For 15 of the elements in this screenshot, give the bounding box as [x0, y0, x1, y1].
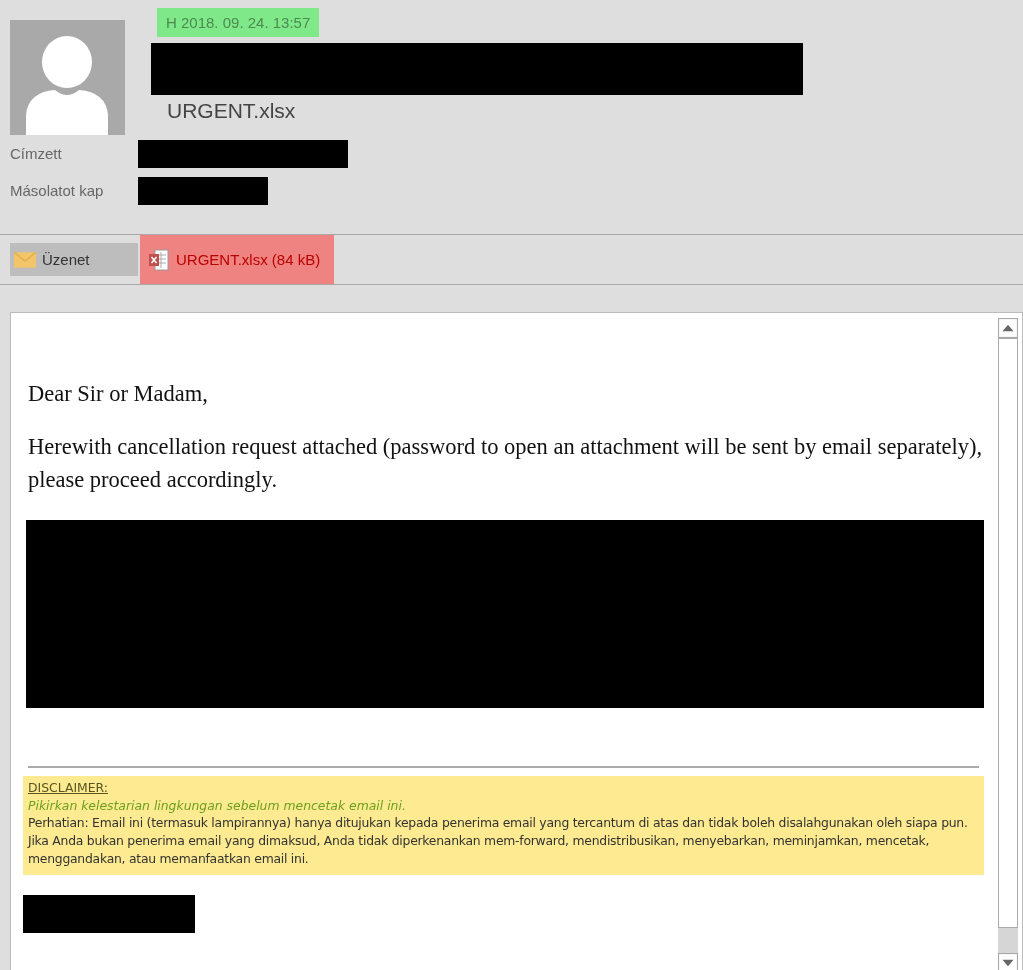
spreadsheet-file-icon	[148, 248, 170, 271]
scroll-down-icon[interactable]	[998, 953, 1018, 970]
message-paragraph: Herewith cancellation request attached (password to open an attachment will be sent by email separately), please proceed accordingly.	[28, 433, 983, 494]
disclaimer-text: Perhatian: Email ini (termasuk lampirannya) hanya ditujukan kepada penerima email yang tercantum di atas dan tidak boleh disalahgunakan oleh siapa pun. Jika Anda bukan penerima email yang dimaksud, Anda tidak diperkenankan mem-forward, mendistribusikan, menyebarkan, meminjamkan, mencetak, menggandakan, atau memanfaatkan email ini.	[28, 814, 969, 868]
scroll-up-icon[interactable]	[998, 318, 1018, 338]
disclaimer-note: Pikirkan kelestarian lingkungan sebelum mencetak email ini.	[28, 796, 407, 815]
tab[interactable]: Üzenet	[10, 243, 138, 276]
disclaimer-heading: DISCLAIMER:	[28, 779, 109, 797]
subject-text: URGENT.xlsx	[167, 99, 296, 123]
avatar-icon	[10, 20, 125, 135]
field-label: Címzett	[10, 145, 63, 162]
envelope-icon	[14, 251, 36, 268]
field-label: Másolatot kap	[10, 182, 105, 199]
greeting-text: Dear Sir or Madam,	[28, 381, 209, 407]
sent-date: H 2018. 09. 24. 13:57	[157, 8, 320, 37]
